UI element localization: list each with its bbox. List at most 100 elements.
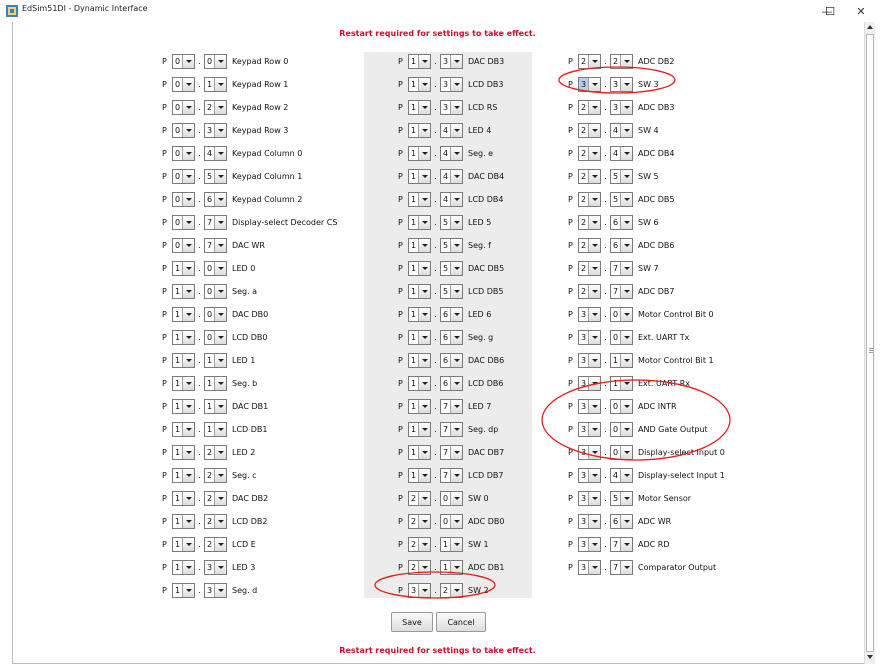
port-select[interactable]: 3 <box>408 582 431 598</box>
port-select[interactable]: 2 <box>578 99 601 115</box>
dropdown-arrow-icon[interactable] <box>214 445 226 459</box>
dropdown-arrow-icon[interactable] <box>182 215 194 229</box>
dropdown-arrow-icon[interactable] <box>214 560 226 574</box>
port-select[interactable]: 3 <box>578 444 601 460</box>
bit-select[interactable]: 2 <box>440 582 463 598</box>
dropdown-arrow-icon[interactable] <box>588 376 600 390</box>
bit-select[interactable]: 1 <box>610 352 633 368</box>
port-select[interactable]: 0 <box>172 191 195 207</box>
dropdown-arrow-icon[interactable] <box>588 468 600 482</box>
dropdown-arrow-icon[interactable] <box>450 537 462 551</box>
port-select[interactable]: 0 <box>172 122 195 138</box>
bit-select[interactable]: 7 <box>610 260 633 276</box>
port-select[interactable]: 3 <box>578 513 601 529</box>
bit-select[interactable]: 2 <box>204 490 227 506</box>
port-select[interactable]: 0 <box>172 214 195 230</box>
bit-select[interactable]: 6 <box>610 214 633 230</box>
port-select[interactable]: 1 <box>408 76 431 92</box>
dropdown-arrow-icon[interactable] <box>620 422 632 436</box>
dropdown-arrow-icon[interactable] <box>588 238 600 252</box>
port-select[interactable]: 1 <box>172 536 195 552</box>
dropdown-arrow-icon[interactable] <box>620 307 632 321</box>
port-select[interactable]: 1 <box>172 467 195 483</box>
save-button[interactable]: Save <box>391 612 433 632</box>
dropdown-arrow-icon[interactable] <box>620 537 632 551</box>
bit-select[interactable]: 2 <box>204 99 227 115</box>
dropdown-arrow-icon[interactable] <box>588 560 600 574</box>
port-select[interactable]: 1 <box>172 352 195 368</box>
port-select[interactable]: 1 <box>172 375 195 391</box>
dropdown-arrow-icon[interactable] <box>620 284 632 298</box>
bit-select[interactable]: 5 <box>440 283 463 299</box>
dropdown-arrow-icon[interactable] <box>182 54 194 68</box>
bit-select[interactable]: 0 <box>610 306 633 322</box>
dropdown-arrow-icon[interactable] <box>214 399 226 413</box>
port-select[interactable]: 1 <box>408 237 431 253</box>
bit-select[interactable]: 7 <box>440 467 463 483</box>
dropdown-arrow-icon[interactable] <box>450 353 462 367</box>
bit-select[interactable]: 6 <box>610 513 633 529</box>
bit-select[interactable]: 7 <box>440 444 463 460</box>
bit-select[interactable]: 2 <box>204 467 227 483</box>
dropdown-arrow-icon[interactable] <box>418 100 430 114</box>
dropdown-arrow-icon[interactable] <box>588 77 600 91</box>
dropdown-arrow-icon[interactable] <box>588 215 600 229</box>
dropdown-arrow-icon[interactable] <box>588 284 600 298</box>
dropdown-arrow-icon[interactable] <box>214 284 226 298</box>
dropdown-arrow-icon[interactable] <box>214 422 226 436</box>
bit-select[interactable]: 2 <box>204 513 227 529</box>
bit-select[interactable]: 1 <box>440 536 463 552</box>
dropdown-arrow-icon[interactable] <box>450 307 462 321</box>
dropdown-arrow-icon[interactable] <box>588 422 600 436</box>
dropdown-arrow-icon[interactable] <box>620 560 632 574</box>
port-select[interactable]: 1 <box>172 398 195 414</box>
dropdown-arrow-icon[interactable] <box>182 330 194 344</box>
dropdown-arrow-icon[interactable] <box>418 422 430 436</box>
dropdown-arrow-icon[interactable] <box>182 468 194 482</box>
bit-select[interactable]: 3 <box>440 76 463 92</box>
port-select[interactable]: 1 <box>172 306 195 322</box>
dropdown-arrow-icon[interactable] <box>450 491 462 505</box>
bit-select[interactable]: 0 <box>610 421 633 437</box>
bit-select[interactable]: 6 <box>610 237 633 253</box>
bit-select[interactable]: 5 <box>440 260 463 276</box>
dropdown-arrow-icon[interactable] <box>214 353 226 367</box>
bit-select[interactable]: 4 <box>440 191 463 207</box>
bit-select[interactable]: 5 <box>610 191 633 207</box>
dropdown-arrow-icon[interactable] <box>182 100 194 114</box>
scrollbar-thumb[interactable] <box>866 34 874 652</box>
dropdown-arrow-icon[interactable] <box>214 330 226 344</box>
dropdown-arrow-icon[interactable] <box>620 353 632 367</box>
dropdown-arrow-icon[interactable] <box>214 54 226 68</box>
dropdown-arrow-icon[interactable] <box>214 169 226 183</box>
port-select[interactable]: 0 <box>172 53 195 69</box>
dropdown-arrow-icon[interactable] <box>588 192 600 206</box>
port-select[interactable]: 1 <box>408 352 431 368</box>
bit-select[interactable]: 7 <box>440 421 463 437</box>
dropdown-arrow-icon[interactable] <box>418 560 430 574</box>
bit-select[interactable]: 2 <box>610 53 633 69</box>
dropdown-arrow-icon[interactable] <box>588 100 600 114</box>
bit-select[interactable]: 2 <box>204 444 227 460</box>
port-select[interactable]: 2 <box>578 145 601 161</box>
dropdown-arrow-icon[interactable] <box>450 399 462 413</box>
dropdown-arrow-icon[interactable] <box>620 491 632 505</box>
dropdown-arrow-icon[interactable] <box>182 514 194 528</box>
dropdown-arrow-icon[interactable] <box>418 123 430 137</box>
dropdown-arrow-icon[interactable] <box>450 284 462 298</box>
bit-select[interactable]: 0 <box>204 306 227 322</box>
dropdown-arrow-icon[interactable] <box>182 537 194 551</box>
dropdown-arrow-icon[interactable] <box>588 330 600 344</box>
dropdown-arrow-icon[interactable] <box>450 330 462 344</box>
dropdown-arrow-icon[interactable] <box>214 468 226 482</box>
bit-select[interactable]: 1 <box>610 375 633 391</box>
port-select[interactable]: 1 <box>172 490 195 506</box>
dropdown-arrow-icon[interactable] <box>182 238 194 252</box>
bit-select[interactable]: 4 <box>610 122 633 138</box>
port-select[interactable]: 2 <box>408 490 431 506</box>
vertical-scrollbar[interactable] <box>864 22 875 664</box>
port-select[interactable]: 2 <box>578 283 601 299</box>
dropdown-arrow-icon[interactable] <box>588 54 600 68</box>
port-select[interactable]: 1 <box>408 421 431 437</box>
bit-select[interactable]: 0 <box>204 260 227 276</box>
